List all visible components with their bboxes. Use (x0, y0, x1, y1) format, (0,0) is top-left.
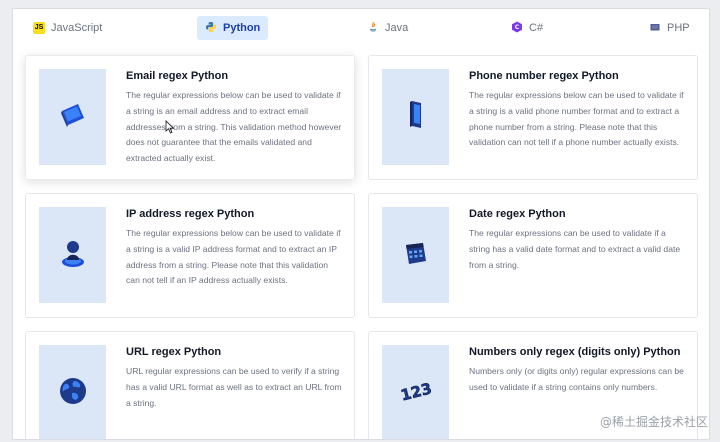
svg-text:C: C (515, 24, 520, 31)
card-description: The regular expressions below can be use… (126, 90, 342, 164)
card-url-regex[interactable]: URL regex Python URL regular expressions… (25, 331, 355, 439)
card-thumbnail (382, 69, 449, 165)
numbers-123-icon: 123 (398, 376, 433, 411)
card-ip-address-regex[interactable]: IP address regex Python The regular expr… (25, 193, 355, 318)
tab-label: Java (385, 22, 409, 34)
card-title: Date regex Python (469, 208, 566, 220)
java-icon (367, 21, 379, 36)
svg-text:123: 123 (399, 379, 433, 404)
card-thumbnail: 123 (382, 345, 449, 439)
tab-label: JavaScript (51, 22, 103, 34)
card-description: Numbers only (or digits only) regular ex… (469, 366, 684, 392)
card-title: IP address regex Python (126, 208, 255, 220)
tab-javascript[interactable]: JS JavaScript (25, 16, 110, 40)
card-description: The regular expressions can be used to v… (469, 228, 681, 270)
card-phone-regex[interactable]: Phone number regex Python The regular ex… (368, 55, 698, 180)
card-title: Phone number regex Python (469, 70, 619, 82)
card-thumbnail (39, 69, 106, 165)
phone-icon (401, 98, 431, 137)
calendar-icon (401, 238, 431, 273)
tab-java[interactable]: Java (359, 16, 416, 40)
email-card-icon (58, 100, 88, 135)
mouse-cursor-icon (165, 120, 175, 139)
watermark-text: @稀土掘金技术社区 (599, 415, 708, 429)
card-title: Numbers only regex (digits only) Python (469, 346, 681, 358)
language-tabs: JS JavaScript Python Java C C# PHP (13, 9, 709, 47)
tab-python[interactable]: Python (197, 16, 269, 40)
python-icon (205, 21, 217, 36)
tab-label: C# (529, 22, 544, 34)
javascript-icon: JS (33, 22, 45, 34)
php-icon (649, 21, 661, 36)
watermark: @稀土掘金技术社区 (600, 413, 708, 430)
tab-label: PHP (667, 22, 690, 34)
csharp-icon: C (511, 21, 523, 36)
globe-icon (57, 375, 89, 412)
card-title: URL regex Python (126, 346, 222, 358)
card-thumbnail (382, 207, 449, 303)
tab-php[interactable]: PHP (641, 16, 698, 40)
card-description: The regular expressions below can be use… (469, 90, 684, 148)
card-thumbnail (39, 345, 106, 439)
user-location-icon (58, 236, 88, 275)
main-window: JS JavaScript Python Java C C# PHP Email… (12, 8, 710, 440)
tab-csharp[interactable]: C C# (503, 16, 551, 40)
tab-label: Python (223, 22, 261, 34)
card-description: URL regular expressions can be used to v… (126, 366, 342, 408)
card-date-regex[interactable]: Date regex Python The regular expression… (368, 193, 698, 318)
card-thumbnail (39, 207, 106, 303)
card-description: The regular expressions below can be use… (126, 228, 341, 286)
card-title: Email regex Python (126, 70, 229, 82)
card-email-regex[interactable]: Email regex Python The regular expressio… (25, 55, 355, 180)
